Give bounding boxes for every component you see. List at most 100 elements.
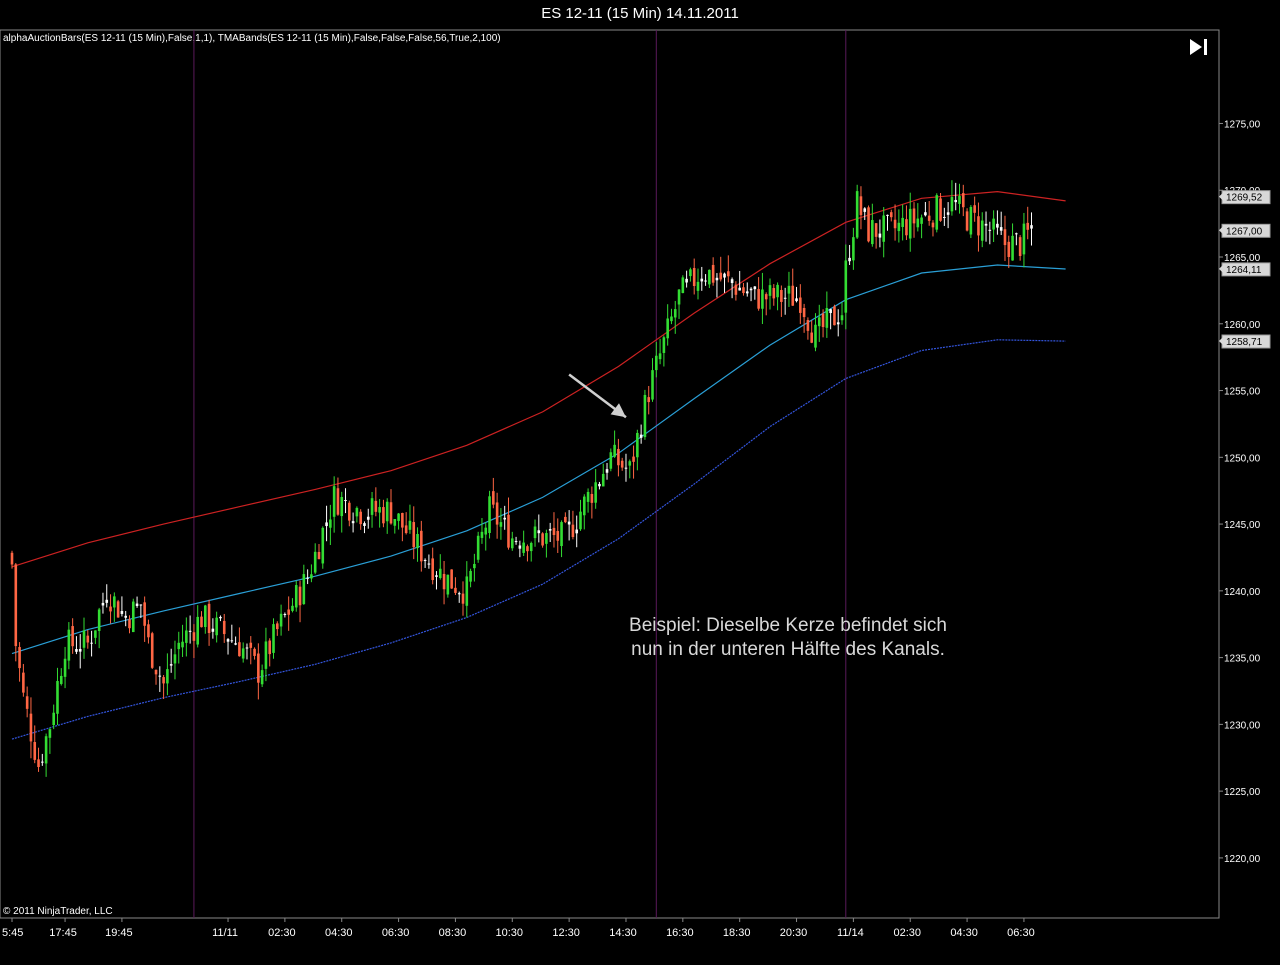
candle-body xyxy=(503,517,506,520)
candle-body xyxy=(867,207,870,242)
candle-body xyxy=(624,467,628,469)
candle-body xyxy=(340,497,344,517)
candle-body xyxy=(897,222,901,232)
candle-body xyxy=(469,570,472,582)
band-line-upper xyxy=(11,190,1066,568)
candle-body xyxy=(351,521,355,524)
candle-body xyxy=(166,669,169,684)
candle-body xyxy=(234,643,237,645)
x-tick-label: 18:30 xyxy=(723,927,751,939)
candle-body xyxy=(192,632,196,641)
candle-body xyxy=(22,672,25,693)
x-tick-label: 19:45 xyxy=(105,927,133,939)
x-tick-label: 5:45 xyxy=(2,927,23,939)
price-marker-label: 1258,71 xyxy=(1226,337,1263,348)
candle-body xyxy=(1015,233,1018,235)
candle-body xyxy=(173,654,177,664)
candle-body xyxy=(825,308,829,328)
candle-body xyxy=(920,217,923,224)
candle-body xyxy=(522,542,525,553)
candle-body xyxy=(533,526,537,539)
candle-body xyxy=(408,520,412,530)
candle-body xyxy=(385,501,389,522)
candle-body xyxy=(188,630,192,632)
candle-body xyxy=(397,513,400,521)
candle-body xyxy=(552,527,556,536)
candle-body xyxy=(291,605,294,611)
candle-body xyxy=(135,603,139,606)
candle-body xyxy=(116,601,120,618)
candle-body xyxy=(916,218,920,228)
candle-body xyxy=(806,320,810,331)
candle-body xyxy=(715,277,719,281)
band-line-middle xyxy=(11,264,1066,655)
price-marker-pointer xyxy=(1219,192,1223,201)
candle-body xyxy=(958,195,961,204)
y-tick-label: 1275,00 xyxy=(1224,119,1261,130)
x-tick-label: 04:30 xyxy=(950,927,978,939)
candle-body xyxy=(154,669,158,675)
candle-body xyxy=(128,619,131,629)
candle-body xyxy=(666,318,669,339)
candle-body xyxy=(207,603,211,634)
candle-body xyxy=(86,635,90,643)
candle-body xyxy=(889,212,893,218)
candle-body xyxy=(590,493,594,503)
candle-body xyxy=(912,208,916,224)
candle-body xyxy=(158,675,162,677)
annotation-line-2: nun in der unteren Hälfte des Kanals. xyxy=(631,639,945,660)
candle-body xyxy=(988,229,992,231)
candle-body xyxy=(980,220,984,241)
candle-body xyxy=(222,620,226,635)
candle-body xyxy=(886,214,889,216)
candle-body xyxy=(101,602,105,606)
candle-body xyxy=(939,198,942,221)
candle-body xyxy=(927,215,931,221)
candle-body xyxy=(484,527,488,535)
candle-body xyxy=(514,541,518,543)
candle-body xyxy=(90,642,93,644)
candle-body xyxy=(230,640,234,642)
candle-body xyxy=(745,291,749,294)
candle-body xyxy=(325,522,328,527)
candle-body xyxy=(1022,223,1026,255)
candle-body xyxy=(44,736,48,764)
candle-body xyxy=(298,586,302,606)
candle-body xyxy=(438,568,442,579)
x-tick-label: 11/14 xyxy=(837,927,864,939)
candle-body xyxy=(742,287,745,294)
candle-body xyxy=(355,507,359,517)
candle-body xyxy=(14,564,18,647)
candle-body xyxy=(855,191,859,238)
candle-body xyxy=(848,257,851,262)
candle-body xyxy=(878,233,882,238)
candle-body xyxy=(996,223,999,228)
candle-body xyxy=(908,208,912,239)
candle-body xyxy=(821,313,825,328)
candle-body xyxy=(836,322,840,325)
y-tick-label: 1260,00 xyxy=(1224,320,1261,331)
candle-body xyxy=(810,332,813,343)
candle-body xyxy=(162,677,165,684)
y-tick-label: 1225,00 xyxy=(1224,787,1261,798)
candle-body xyxy=(965,211,969,231)
candle-body xyxy=(457,593,461,595)
candle-body xyxy=(874,223,878,237)
x-tick-label: 02:30 xyxy=(893,927,921,939)
candle-body xyxy=(685,278,688,283)
y-tick-label: 1235,00 xyxy=(1224,654,1261,665)
copyright: © 2011 NinjaTrader, LLC xyxy=(3,906,113,917)
candle-body xyxy=(677,289,681,305)
candle-body xyxy=(662,337,666,353)
candle-body xyxy=(226,639,230,642)
candle-body xyxy=(177,642,181,650)
y-tick-label: 1250,00 xyxy=(1224,453,1261,464)
candle-body xyxy=(943,216,946,218)
candle-body xyxy=(723,273,726,278)
candle-body xyxy=(969,206,973,235)
x-tick-label: 20:30 xyxy=(780,927,808,939)
candle-body xyxy=(476,535,480,560)
price-marker-label: 1264,11 xyxy=(1226,265,1262,276)
candle-body xyxy=(882,215,885,242)
candle-body xyxy=(689,269,692,277)
